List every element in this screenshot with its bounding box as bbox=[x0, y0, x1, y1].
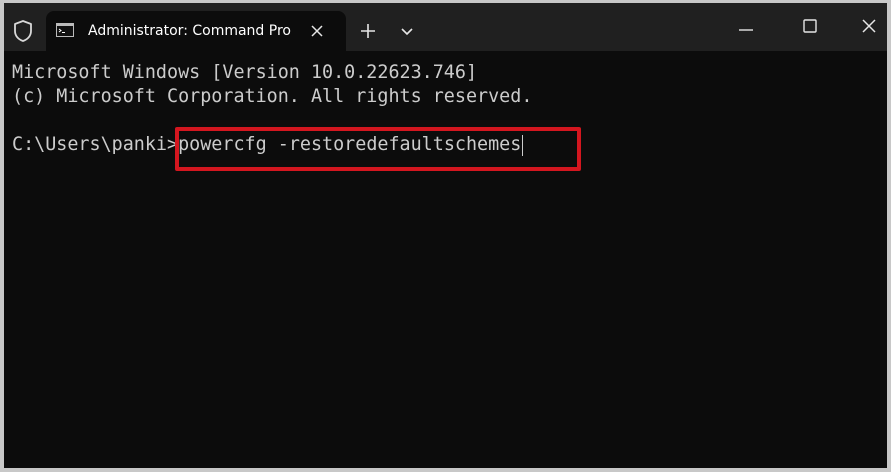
plus-icon[interactable] bbox=[360, 23, 376, 39]
terminal-output[interactable]: Microsoft Windows [Version 10.0.22623.74… bbox=[4, 51, 887, 468]
close-icon[interactable] bbox=[861, 18, 877, 34]
command-highlight-box bbox=[175, 127, 581, 171]
terminal-line: Microsoft Windows [Version 10.0.22623.74… bbox=[12, 62, 478, 83]
minimize-icon[interactable] bbox=[735, 23, 757, 37]
title-bar[interactable]: Administrator: Command Pro bbox=[4, 3, 887, 51]
shield-icon bbox=[14, 20, 32, 42]
maximize-icon[interactable] bbox=[802, 18, 818, 34]
prompt: C:\Users\panki> bbox=[12, 134, 179, 155]
close-icon[interactable] bbox=[310, 24, 324, 38]
tab-title: Administrator: Command Pro bbox=[88, 23, 291, 39]
tab-command-prompt[interactable]: Administrator: Command Pro bbox=[46, 11, 346, 51]
chevron-down-icon[interactable] bbox=[400, 27, 414, 37]
terminal-line: (c) Microsoft Corporation. All rights re… bbox=[12, 86, 533, 107]
terminal-window: Administrator: Command Pro Microsoft Win… bbox=[4, 3, 887, 468]
cmd-icon bbox=[56, 23, 74, 37]
